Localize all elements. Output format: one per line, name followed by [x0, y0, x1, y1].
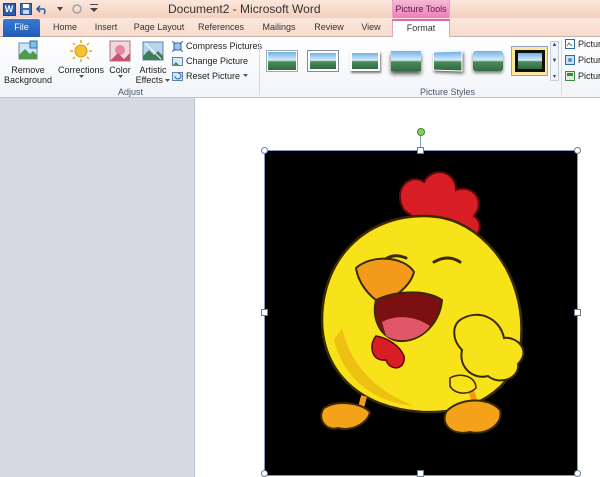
resize-handle-top[interactable] [417, 147, 424, 154]
resize-handle-right[interactable] [574, 309, 581, 316]
remove-background-icon [18, 40, 38, 60]
tab-format[interactable]: Format [392, 19, 450, 38]
tab-view[interactable]: View [357, 19, 385, 37]
picture-effects-button[interactable]: Pictur [565, 55, 600, 65]
remove-background-button[interactable]: Remove Background [4, 39, 52, 85]
corrections-button[interactable]: Corrections [58, 39, 104, 79]
rotate-handle[interactable] [417, 128, 425, 136]
scroll-down-icon[interactable]: ▼ [552, 58, 558, 64]
compress-pictures-label: Compress Pictures [186, 41, 263, 51]
artistic-effects-text: Effects [135, 75, 163, 85]
picture-border-label: Pictur [578, 39, 600, 49]
gallery-scroll[interactable]: ▲ ▼ ▾ [550, 41, 559, 81]
undo-icon[interactable] [36, 2, 50, 16]
remove-background-label-2: Background [3, 75, 53, 85]
picture-tools-header: Picture Tools [392, 0, 450, 18]
ribbon: Remove Background Corrections Color Arti… [0, 37, 600, 98]
picture-border-icon [565, 39, 575, 49]
picture-border-button[interactable]: Pictur [565, 39, 600, 49]
group-separator [561, 40, 562, 95]
artistic-effects-icon [142, 41, 164, 61]
redo-icon[interactable] [70, 2, 84, 16]
gallery-more-icon[interactable]: ▾ [553, 73, 556, 80]
window-title: Document2 - Microsoft Word [168, 2, 321, 16]
artistic-effects-label-1: Artistic [139, 65, 167, 75]
remove-background-label-1: Remove [11, 65, 45, 75]
color-label: Color [109, 65, 131, 75]
picture-effects-label: Pictur [578, 55, 600, 65]
artistic-effects-label-2: Effects [136, 75, 171, 85]
chevron-down-icon [78, 75, 84, 78]
scroll-up-icon[interactable]: ▲ [552, 42, 558, 48]
resize-handle-left[interactable] [261, 309, 268, 316]
word-icon[interactable]: W [2, 2, 16, 16]
chevron-down-icon [243, 74, 249, 77]
change-picture-button[interactable]: Change Picture [172, 54, 248, 68]
tab-mailings[interactable]: Mailings [257, 19, 301, 37]
color-icon [109, 40, 131, 62]
undo-dropdown-icon[interactable] [53, 2, 67, 16]
chevron-down-icon [117, 75, 123, 78]
tab-references[interactable]: References [196, 19, 246, 37]
color-button[interactable]: Color [106, 39, 134, 79]
picture-style-thumb[interactable] [428, 46, 465, 76]
quick-access-toolbar: W [2, 2, 101, 16]
picture-style-thumb[interactable] [469, 46, 506, 76]
chevron-down-icon [165, 79, 171, 82]
resize-handle-bottom[interactable] [417, 470, 424, 477]
corrections-label: Corrections [58, 65, 105, 75]
reset-picture-icon [172, 71, 183, 81]
picture-layout-icon [565, 71, 575, 81]
save-icon[interactable] [19, 2, 33, 16]
reset-picture-button[interactable]: Reset Picture [172, 69, 249, 83]
resize-handle-top-right[interactable] [574, 147, 581, 154]
artistic-effects-button[interactable]: Artistic Effects [136, 39, 171, 85]
change-picture-icon [172, 56, 183, 66]
selection-border [264, 150, 578, 476]
picture-style-thumb-selected[interactable] [510, 46, 548, 76]
change-picture-label: Change Picture [186, 56, 249, 66]
title-bar: W Document2 - Microsoft Word Picture Too… [0, 0, 600, 18]
picture-styles-group-label: Picture Styles [420, 87, 476, 97]
picture-layout-label: Pictur [578, 71, 600, 81]
tab-file[interactable]: File [3, 19, 40, 37]
resize-handle-bottom-left[interactable] [261, 470, 268, 477]
picture-effects-icon [565, 55, 575, 65]
compress-pictures-button[interactable]: Compress Pictures [172, 39, 262, 53]
picture-style-thumb[interactable] [346, 46, 383, 76]
adjust-group-label: Adjust [118, 87, 144, 97]
picture-style-thumb[interactable] [304, 46, 341, 76]
picture-styles-gallery [263, 41, 548, 81]
picture-layout-button[interactable]: Pictur [565, 71, 600, 81]
sun-icon [70, 40, 92, 62]
picture-style-thumb[interactable] [263, 46, 300, 76]
tab-insert[interactable]: Insert [90, 19, 122, 37]
tab-page-layout[interactable]: Page Layout [131, 19, 187, 37]
picture-style-thumb[interactable] [387, 46, 424, 76]
ribbon-tabs: File Home Insert Page Layout References … [0, 18, 600, 38]
tab-home[interactable]: Home [48, 19, 82, 37]
tab-review[interactable]: Review [310, 19, 348, 37]
resize-handle-bottom-right[interactable] [574, 470, 581, 477]
reset-picture-label: Reset Picture [186, 71, 241, 81]
customize-qat-icon[interactable] [87, 2, 101, 16]
compress-icon [172, 40, 183, 52]
group-separator [259, 40, 260, 95]
resize-handle-top-left[interactable] [261, 147, 268, 154]
